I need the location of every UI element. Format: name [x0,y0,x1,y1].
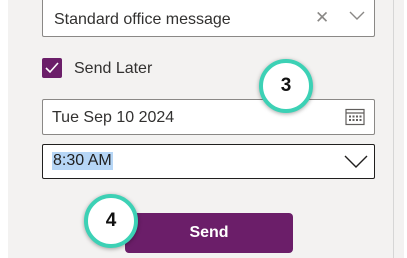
message-type-value: Standard office message [54,11,231,28]
send-button[interactable]: Send [125,213,293,253]
date-picker-field[interactable]: Tue Sep 10 2024 [42,99,375,135]
calendar-icon[interactable] [345,108,365,126]
message-type-dropdown[interactable]: Standard office message ✕ [42,0,375,37]
time-value: 8:30 AM [52,152,113,170]
step-3-callout: 3 [259,59,313,113]
checkmark-icon [45,62,59,74]
close-icon[interactable]: ✕ [315,9,329,27]
chevron-down-icon[interactable] [349,11,365,21]
panel-divider [393,0,394,258]
step-4-callout: 4 [84,194,138,248]
chevron-down-icon[interactable] [344,155,368,169]
date-value: Tue Sep 10 2024 [52,109,175,126]
send-later-label[interactable]: Send Later [74,60,152,78]
time-dropdown[interactable]: 8:30 AM [42,144,375,179]
send-later-checkbox[interactable] [42,58,62,78]
